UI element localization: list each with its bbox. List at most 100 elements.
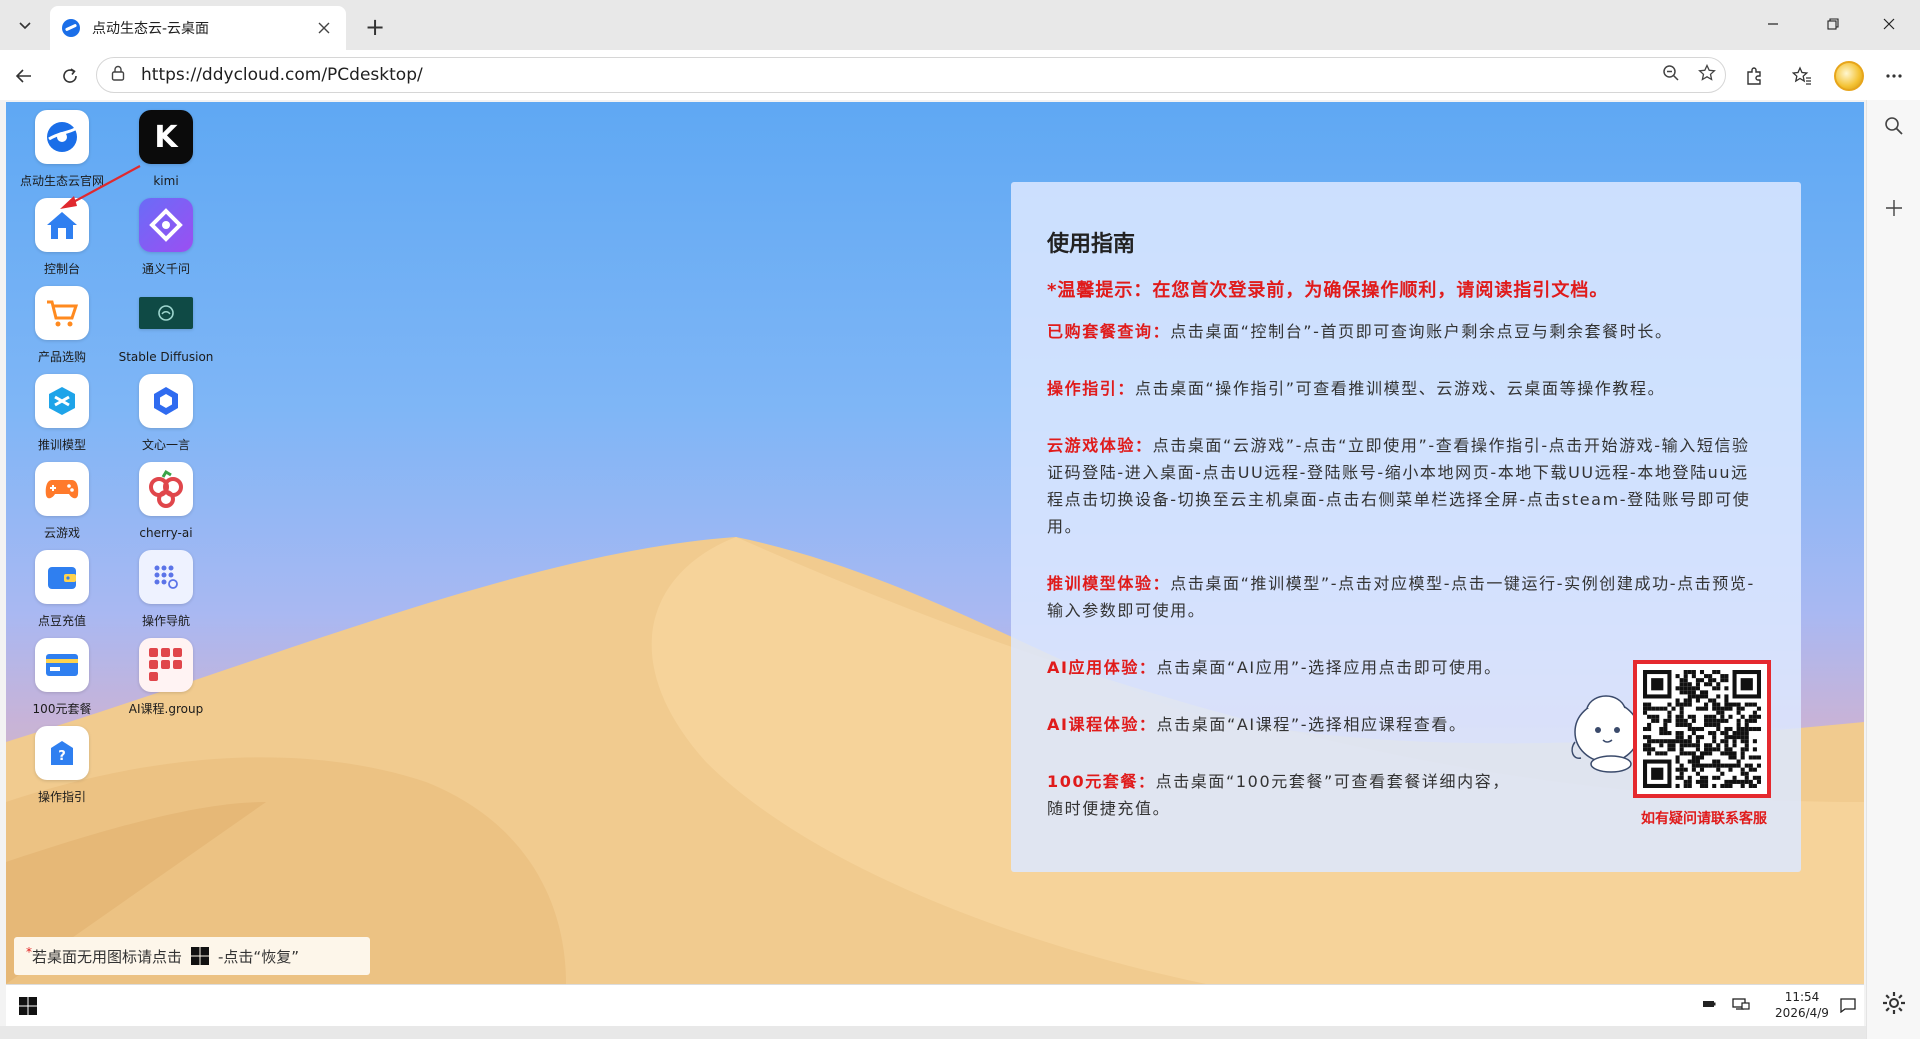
desktop-icon-dou-recharge[interactable]: 点豆充值 xyxy=(12,550,112,628)
icon-label: 文心一言 xyxy=(141,438,190,452)
tab-actions-menu[interactable] xyxy=(10,10,40,40)
favorites-button[interactable] xyxy=(1786,60,1818,92)
guide-section-package-query: 已购套餐查询：点击桌面“控制台”-首页即可查询账户剩余点豆与剩余套餐时长。 xyxy=(1047,318,1765,345)
browser-settings-button[interactable] xyxy=(1877,986,1911,1020)
star-icon xyxy=(1698,63,1716,81)
icon-label: Stable Diffusion xyxy=(118,350,214,364)
card-icon xyxy=(35,638,89,692)
guide-book-icon: ? xyxy=(35,726,89,780)
svg-text:?: ? xyxy=(58,749,66,764)
section-text: 点击桌面“AI课程”-选择相应课程查看。 xyxy=(1156,715,1467,734)
start-button[interactable] xyxy=(18,996,38,1016)
section-key: 操作指引： xyxy=(1047,379,1136,398)
desktop-icon-product-purchase[interactable]: 产品选购 xyxy=(12,286,112,364)
icon-label: 操作指引 xyxy=(37,790,86,804)
tip-text-before: 若桌面无用图标请点击 xyxy=(32,947,183,966)
icon-label: 产品选购 xyxy=(37,350,86,364)
desktop-taskbar: 11:54 2026/4/9 xyxy=(6,984,1864,1026)
wallet-icon xyxy=(35,550,89,604)
url-text[interactable]: https://ddycloud.com/PCdesktop/ xyxy=(141,65,1653,85)
address-bar[interactable]: https://ddycloud.com/PCdesktop/ xyxy=(96,57,1726,93)
notification-icon xyxy=(1840,998,1856,1014)
desktop-icon-package-100[interactable]: 100元套餐 xyxy=(12,638,112,716)
sidebar-add-button[interactable] xyxy=(1878,192,1910,224)
desktop-icon-cherry-ai[interactable]: cherry-ai xyxy=(116,462,216,540)
desktop-icon-ai-course-group[interactable]: AI课程.group xyxy=(116,638,216,716)
icon-label: 推训模型 xyxy=(37,438,86,452)
guide-section-operation-guide: 操作指引：点击桌面“操作指引”可查看推训模型、云游戏、云桌面等操作教程。 xyxy=(1047,375,1765,402)
back-button[interactable] xyxy=(8,60,40,92)
plus-icon xyxy=(1886,200,1902,216)
model-icon xyxy=(35,374,89,428)
guide-title: 使用指南 xyxy=(1047,232,1136,257)
site-info-button[interactable] xyxy=(111,65,131,85)
back-arrow-icon xyxy=(15,69,31,83)
zoom-out-icon xyxy=(1663,64,1679,81)
guide-section-cloud-game: 云游戏体验：点击桌面“云游戏”-点击“立即使用”-查看操作指引-点击开始游戏-输… xyxy=(1047,432,1765,540)
battery-icon[interactable] xyxy=(1702,997,1716,1013)
icon-label: 控制台 xyxy=(43,262,80,276)
grid-nav-icon xyxy=(139,550,193,604)
tab-strip: 点动生态云-云桌面 + xyxy=(0,0,1920,50)
restore-icon xyxy=(1827,18,1839,30)
desktop-icon-stable-diffusion[interactable]: Stable Diffusion xyxy=(116,286,216,364)
stable-diffusion-icon xyxy=(139,297,193,329)
desktop-icon-operation-guide[interactable]: ? 操作指引 xyxy=(12,726,112,804)
gear-icon xyxy=(1883,992,1905,1014)
restore-icons-tip: * 若桌面无用图标请点击 -点击“恢复” xyxy=(14,937,370,975)
sidebar-search-button[interactable] xyxy=(1878,110,1910,142)
zoom-button[interactable] xyxy=(1653,64,1689,87)
icon-label: 100元套餐 xyxy=(32,702,92,716)
wenxin-icon xyxy=(139,374,193,428)
add-favorite-button[interactable] xyxy=(1689,63,1725,87)
annotation-arrow xyxy=(60,165,141,209)
minimize-button[interactable] xyxy=(1750,8,1796,40)
clock-date: 2026/4/9 xyxy=(1775,1006,1829,1020)
kimi-icon: K xyxy=(139,110,193,164)
site-favicon-icon xyxy=(62,19,80,37)
desktop-icon-operation-nav[interactable]: 操作导航 xyxy=(116,550,216,628)
section-text: 点击桌面“AI应用”-选择应用点击即可使用。 xyxy=(1156,658,1502,677)
network-icon[interactable] xyxy=(1732,997,1750,1015)
cherry-icon xyxy=(139,462,193,516)
qr-code-icon xyxy=(1643,670,1761,788)
taskbar-clock[interactable]: 11:54 2026/4/9 xyxy=(1762,989,1842,1021)
windows-logo-icon[interactable] xyxy=(190,946,210,966)
cart-icon xyxy=(35,286,89,340)
clock-time: 11:54 xyxy=(1784,990,1820,1004)
tip-text-after: -点击“恢复” xyxy=(218,947,299,966)
gamepad-icon xyxy=(35,462,89,516)
qr-caption: 如有疑问请联系客服 xyxy=(1641,811,1767,827)
guide-notice: *温馨提示：在您首次登录前，为确保操作顺利，请阅读指引文档。 xyxy=(1047,280,1609,301)
edge-sidebar xyxy=(1866,100,1920,1039)
more-icon xyxy=(1886,74,1902,78)
bottom-strip xyxy=(0,1026,1866,1039)
desktop-icon-training-model[interactable]: 推训模型 xyxy=(12,374,112,452)
profile-avatar[interactable] xyxy=(1834,61,1864,91)
new-tab-button[interactable]: + xyxy=(360,12,390,42)
restore-window-button[interactable] xyxy=(1810,8,1856,40)
section-key: 100元套餐： xyxy=(1047,772,1156,791)
icon-label: 操作导航 xyxy=(141,614,190,628)
course-grid-icon xyxy=(139,638,193,692)
icon-label: 点豆充值 xyxy=(37,614,86,628)
browser-toolbar: https://ddycloud.com/PCdesktop/ xyxy=(0,50,1920,100)
usage-guide-panel: 使用指南 *温馨提示：在您首次登录前，为确保操作顺利，请阅读指引文档。 已购套餐… xyxy=(1011,182,1801,872)
cloud-desktop: 点动生态云官网 K kimi 控制台 通义千问 产品选购 Stable Diff… xyxy=(6,102,1864,984)
more-button[interactable] xyxy=(1878,60,1910,92)
icon-label: cherry-ai xyxy=(139,526,193,540)
desktop-icon-cloud-game[interactable]: 云游戏 xyxy=(12,462,112,540)
lock-icon xyxy=(111,65,125,81)
desktop-icon-wenxin-yiyan[interactable]: 文心一言 xyxy=(116,374,216,452)
close-icon xyxy=(318,22,330,33)
reload-icon xyxy=(63,68,77,83)
close-window-button[interactable] xyxy=(1866,8,1912,40)
tab-close-button[interactable] xyxy=(314,19,334,38)
extensions-button[interactable] xyxy=(1738,60,1770,92)
notification-button[interactable] xyxy=(1840,997,1856,1017)
reload-button[interactable] xyxy=(54,60,86,92)
favorites-icon xyxy=(1792,66,1811,85)
active-tab[interactable]: 点动生态云-云桌面 xyxy=(50,6,346,50)
minimize-icon xyxy=(1768,23,1778,25)
guide-section-package-100: 100元套餐：点击桌面“100元套餐”可查看套餐详细内容，随时便捷充值。 xyxy=(1047,768,1527,822)
